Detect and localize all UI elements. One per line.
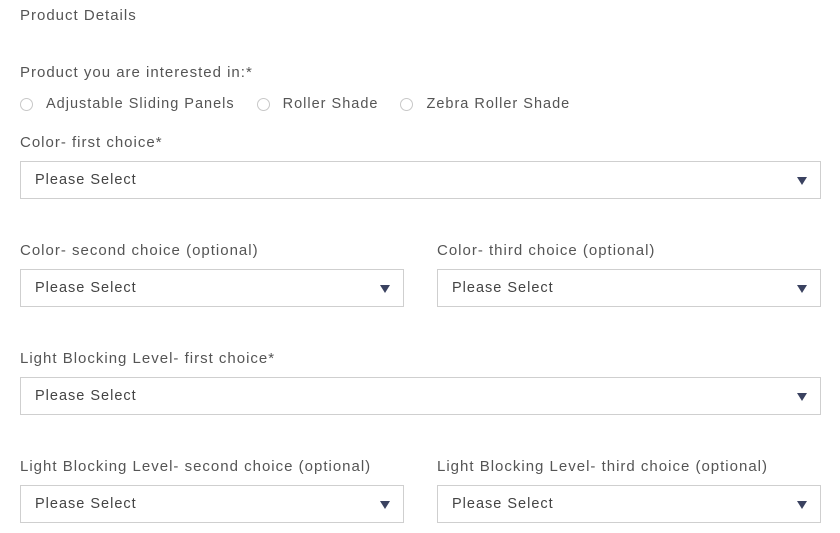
light-third-label: Light Blocking Level- third choice (opti… — [437, 458, 768, 475]
light-second-select[interactable]: Please Select — [20, 485, 404, 523]
color-second-select[interactable]: Please Select — [20, 269, 404, 307]
light-first-select[interactable]: Please Select — [20, 377, 821, 415]
caret-down-icon — [797, 285, 807, 293]
caret-down-icon — [380, 285, 390, 293]
light-first-label: Light Blocking Level- first choice* — [20, 350, 276, 367]
select-value: Please Select — [452, 280, 554, 296]
caret-down-icon — [797, 177, 807, 185]
section-title: Product Details — [20, 7, 137, 24]
radio-adjustable-sliding-panels[interactable]: Adjustable Sliding Panels — [20, 96, 235, 112]
color-third-label: Color- third choice (optional) — [437, 242, 656, 259]
caret-down-icon — [797, 501, 807, 509]
radio-roller-shade[interactable]: Roller Shade — [256, 96, 379, 112]
product-radio-group: Adjustable Sliding Panels Roller Shade Z… — [20, 94, 592, 114]
light-second-label: Light Blocking Level- second choice (opt… — [20, 458, 372, 475]
select-value: Please Select — [35, 172, 137, 188]
radio-label: Zebra Roller Shade — [426, 96, 571, 112]
caret-down-icon — [380, 501, 390, 509]
select-value: Please Select — [35, 280, 137, 296]
product-label: Product you are interested in:* — [20, 64, 253, 81]
color-first-select[interactable]: Please Select — [20, 161, 821, 199]
color-first-label: Color- first choice* — [20, 134, 163, 151]
caret-down-icon — [797, 393, 807, 401]
select-value: Please Select — [35, 496, 137, 512]
radio-unchecked-icon[interactable] — [400, 98, 414, 111]
radio-label: Roller Shade — [282, 96, 379, 112]
radio-zebra-roller-shade[interactable]: Zebra Roller Shade — [400, 96, 570, 112]
radio-unchecked-icon[interactable] — [20, 98, 33, 111]
select-value: Please Select — [35, 388, 137, 404]
light-third-select[interactable]: Please Select — [437, 485, 821, 523]
color-second-label: Color- second choice (optional) — [20, 242, 259, 259]
select-value: Please Select — [452, 496, 554, 512]
color-third-select[interactable]: Please Select — [437, 269, 821, 307]
radio-unchecked-icon[interactable] — [256, 98, 270, 111]
radio-label: Adjustable Sliding Panels — [46, 96, 235, 112]
